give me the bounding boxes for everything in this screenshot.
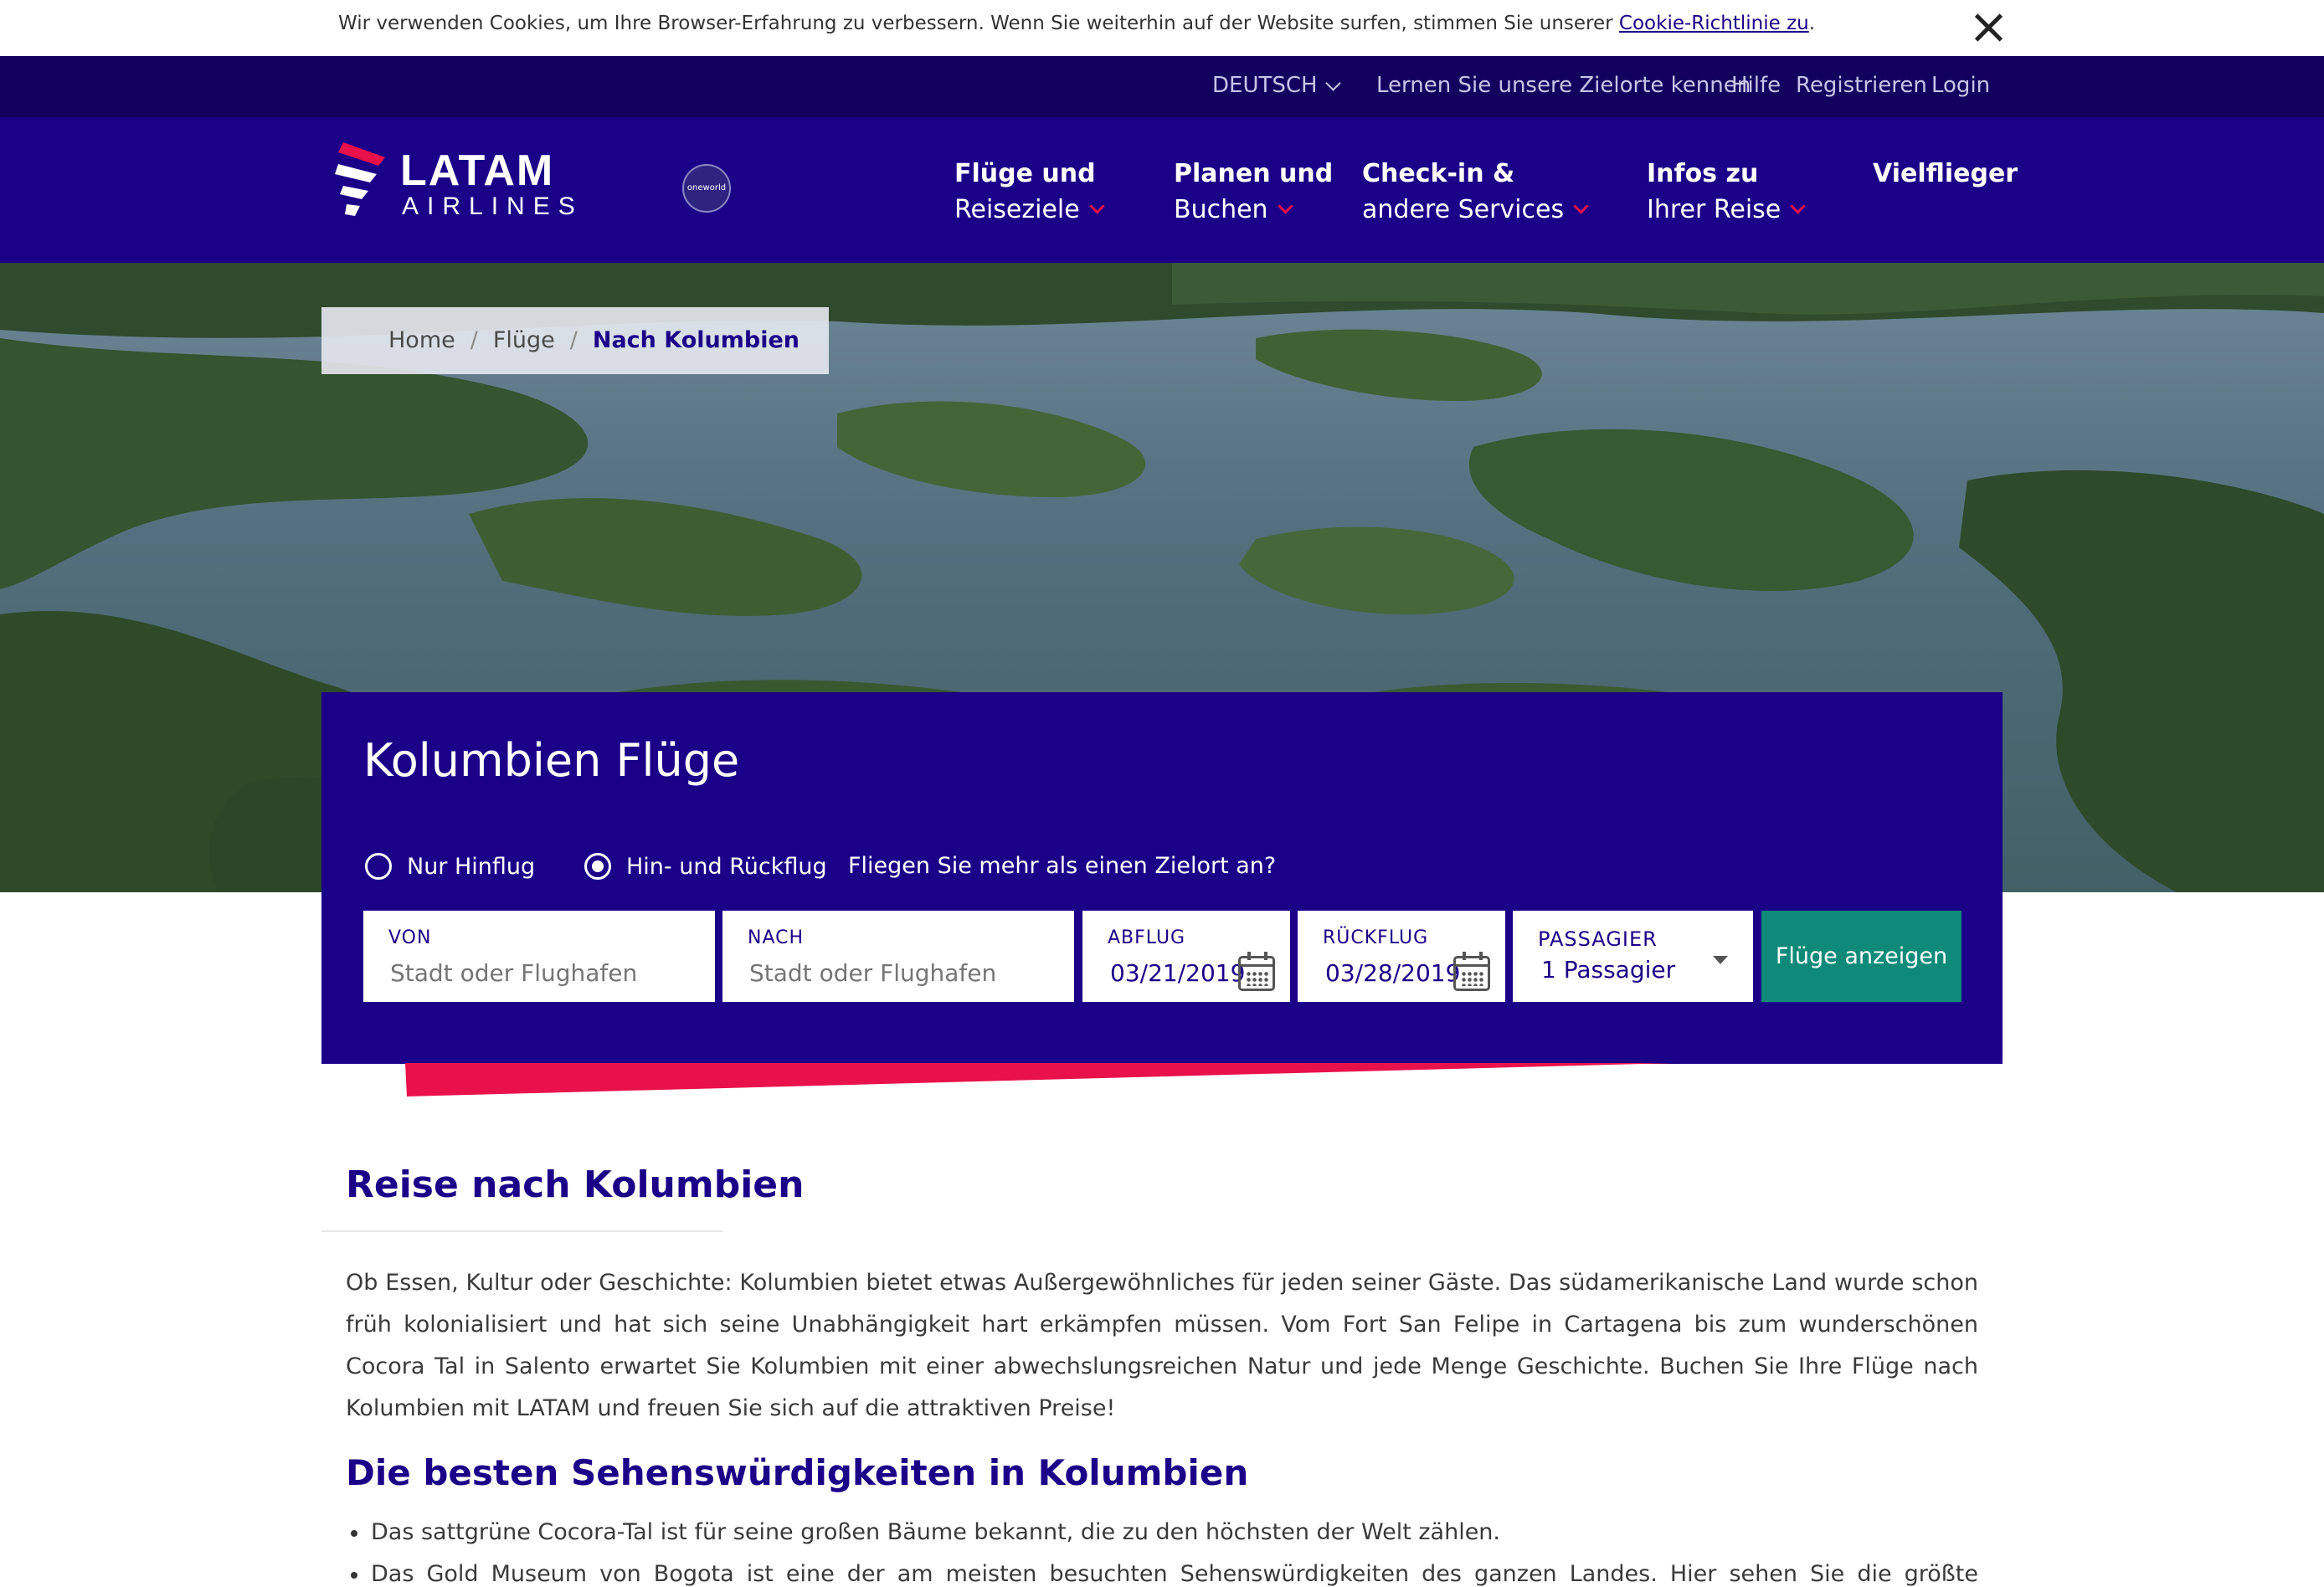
radio-round-trip[interactable]: Hin- und Rückflug [584, 853, 827, 880]
nav-flights-destinations[interactable]: Flüge und Reiseziele [954, 156, 1105, 228]
radio-unchecked-icon [365, 853, 392, 880]
intro-paragraph: Ob Essen, Kultur oder Geschichte: Kolumb… [346, 1270, 1978, 1421]
cookie-text: Wir verwenden Cookies, um Ihre Browser-E… [338, 13, 1619, 34]
breadcrumb: Home / Flüge / Nach Kolumbien [321, 307, 829, 374]
close-icon[interactable] [1971, 10, 2006, 45]
divider [321, 1230, 723, 1232]
passenger-label: PASSAGIER [1538, 927, 1658, 951]
to-label: NACH [748, 927, 805, 948]
accent-stripe [405, 1063, 1674, 1097]
cookie-message: Wir verwenden Cookies, um Ihre Browser-E… [338, 13, 1815, 34]
nav-label-line2: andere Services [1362, 195, 1565, 224]
list-item: Das Gold Museum von Bogota ist eine der … [346, 1554, 1978, 1587]
nav-label-line1: Flüge und [954, 159, 1096, 188]
cookie-policy-link[interactable]: Cookie-Richtlinie zu [1619, 13, 1809, 34]
nav-checkin-services[interactable]: Check-in & andere Services [1362, 156, 1589, 228]
radio-one-way[interactable]: Nur Hinflug [365, 853, 535, 880]
sights-list: Das sattgrüne Cocora-Tal ist für seine g… [346, 1512, 1978, 1587]
latam-logo[interactable]: LATAM AIRLINES [335, 141, 594, 221]
radio-checked-icon [584, 853, 611, 880]
return-date-field[interactable]: RÜCKFLUG 03/28/2019 [1298, 911, 1505, 1002]
chevron-down-icon [1324, 75, 1341, 91]
calendar-icon[interactable] [1453, 952, 1490, 991]
search-title: Kolumbien Flüge [363, 734, 740, 787]
util-link-destinations[interactable]: Lernen Sie unsere Zielorte kennen [1376, 73, 1751, 98]
depart-label: ABFLUG [1108, 927, 1186, 948]
nav-label-line1: Planen und [1174, 159, 1334, 188]
nav-plan-book[interactable]: Planen und Buchen [1174, 156, 1333, 228]
return-label: RÜCKFLUG [1323, 927, 1429, 948]
util-link-login[interactable]: Login [1931, 73, 1990, 98]
to-input[interactable] [749, 959, 1051, 987]
calendar-icon[interactable] [1238, 952, 1275, 991]
language-label: DEUTSCH [1212, 73, 1318, 98]
util-link-register[interactable]: Registrieren [1796, 73, 1927, 98]
passenger-select[interactable]: PASSAGIER 1 Passagier [1513, 911, 1753, 1002]
sights-heading: Die besten Sehenswürdigkeiten in Kolumbi… [346, 1452, 1249, 1493]
passenger-value: 1 Passagier [1541, 956, 1676, 984]
depart-date-value: 03/21/2019 [1110, 959, 1246, 987]
oneworld-badge: oneworld [682, 164, 731, 213]
cookie-banner: Wir verwenden Cookies, um Ihre Browser-E… [0, 0, 2324, 56]
breadcrumb-current: Nach Kolumbien [592, 327, 800, 353]
nav-label-line1: Infos zu [1647, 159, 1759, 188]
multi-city-link[interactable]: Fliegen Sie mehr als einen Zielort an? [848, 853, 1276, 879]
breadcrumb-separator: / [470, 327, 478, 353]
nav-label-line2: Ihrer Reise [1647, 195, 1782, 224]
nav-label-line2: Buchen [1174, 195, 1268, 224]
nav-label-line1: Vielflieger [1873, 159, 2018, 188]
breadcrumb-separator: / [569, 327, 578, 353]
nav-frequent-flyer[interactable]: Vielflieger [1873, 156, 2018, 192]
chevron-down-icon [1790, 198, 1806, 214]
chevron-down-icon [1277, 198, 1293, 214]
nav-label-line1: Check-in & [1362, 159, 1515, 188]
latam-logo-mark-icon [335, 142, 385, 216]
depart-date-field[interactable]: ABFLUG 03/21/2019 [1082, 911, 1290, 1002]
from-field[interactable]: VON [363, 911, 715, 1002]
cookie-suffix: . [1808, 13, 1816, 34]
nav-trip-info[interactable]: Infos zu Ihrer Reise [1647, 156, 1806, 228]
chevron-down-icon [1573, 198, 1589, 214]
caret-down-icon [1713, 956, 1728, 964]
list-item: Das sattgrüne Cocora-Tal ist für seine g… [346, 1512, 1978, 1554]
logo-subtitle: AIRLINES [402, 193, 584, 220]
breadcrumb-home[interactable]: Home [388, 327, 455, 353]
flight-search-panel: Kolumbien Flüge Nur Hinflug Hin- und Rüc… [321, 692, 2003, 1064]
breadcrumb-flights[interactable]: Flüge [493, 327, 555, 353]
radio-label: Nur Hinflug [407, 853, 536, 880]
main-header: LATAM AIRLINES oneworld Flüge und Reisez… [0, 117, 2324, 263]
util-link-help[interactable]: Hilfe [1731, 73, 1781, 98]
logo-wordmark: LATAM [400, 146, 555, 195]
to-field[interactable]: NACH [722, 911, 1074, 1002]
utility-bar: DEUTSCH Lernen Sie unsere Zielorte kenne… [0, 56, 2324, 117]
language-selector[interactable]: DEUTSCH [1212, 73, 1341, 98]
return-date-value: 03/28/2019 [1325, 959, 1461, 987]
from-input[interactable] [390, 959, 692, 987]
chevron-down-icon [1089, 198, 1105, 214]
radio-label: Hin- und Rückflug [626, 853, 827, 880]
show-flights-button[interactable]: Flüge anzeigen [1761, 911, 1962, 1002]
nav-label-line2: Reiseziele [954, 195, 1080, 224]
section-title: Reise nach Kolumbien [346, 1163, 805, 1206]
from-label: VON [388, 927, 432, 948]
